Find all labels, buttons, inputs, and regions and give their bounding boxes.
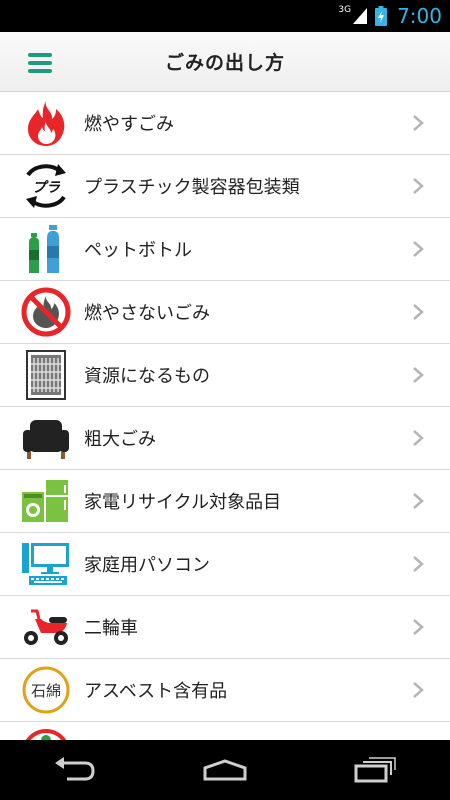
appliance-icon (21, 476, 71, 526)
chevron-right-icon (413, 430, 424, 446)
chevron-right-icon (413, 493, 424, 509)
list-item-motorcycle[interactable]: 二輪車 (0, 596, 450, 659)
list-item-appliance-recycling[interactable]: 家電リサイクル対象品目 (0, 470, 450, 533)
plastic-recycle-icon: プラ (21, 161, 71, 211)
clock: 7:00 (397, 4, 442, 28)
chevron-right-icon (413, 304, 424, 320)
back-icon (55, 757, 95, 781)
list-item-resources[interactable]: 資源になるもの (0, 344, 450, 407)
computer-icon (21, 539, 71, 589)
list-item-burnable[interactable]: 燃やすごみ (0, 92, 450, 155)
item-label: 燃やさないごみ (84, 303, 210, 324)
app-bar: ごみの出し方 (0, 32, 450, 92)
item-label: 燃やすごみ (84, 114, 174, 135)
partial-icon (21, 728, 71, 740)
item-label: 家庭用パソコン (84, 555, 210, 576)
list-item-non-burnable[interactable]: 燃やさないごみ (0, 281, 450, 344)
menu-line-icon (28, 53, 52, 57)
asbestos-mark-text: 石綿 (31, 682, 61, 700)
chevron-right-icon (413, 682, 424, 698)
system-nav-bar (0, 740, 450, 800)
item-label: 粗大ごみ (84, 429, 156, 450)
battery-icon (375, 6, 388, 26)
item-label: ペットボトル (84, 240, 192, 261)
recyclable-resource-icon (21, 350, 71, 400)
item-label: アスベスト含有品 (84, 681, 228, 702)
chevron-right-icon (413, 556, 424, 572)
pet-bottle-icon (21, 224, 71, 274)
chevron-right-icon (413, 241, 424, 257)
item-label: プラスチック製容器包装類 (84, 177, 300, 198)
item-label: 二輪車 (84, 618, 138, 639)
plastic-mark-text: プラ (32, 180, 61, 196)
chevron-right-icon (413, 619, 424, 635)
item-label: 資源になるもの (84, 366, 210, 387)
menu-line-icon (28, 61, 52, 65)
menu-line-icon (28, 69, 52, 73)
chevron-right-icon (413, 367, 424, 383)
menu-button[interactable] (28, 53, 52, 73)
list-item-asbestos[interactable]: 石綿 アスベスト含有品 (0, 659, 450, 722)
back-button[interactable] (45, 750, 105, 790)
no-burn-icon (21, 287, 71, 337)
list-item-pet-bottle[interactable]: ペットボトル (0, 218, 450, 281)
recents-icon (354, 757, 396, 783)
asbestos-icon: 石綿 (21, 665, 71, 715)
item-label: 家電リサイクル対象品目 (84, 492, 282, 513)
list-item-home-pc[interactable]: 家庭用パソコン (0, 533, 450, 596)
list-item-plastic[interactable]: プラ プラスチック製容器包装類 (0, 155, 450, 218)
list-item-oversized[interactable]: 粗大ごみ (0, 407, 450, 470)
page-title: ごみの出し方 (164, 52, 285, 74)
recents-button[interactable] (345, 750, 405, 790)
scooter-icon (21, 602, 71, 652)
home-button[interactable] (195, 750, 255, 790)
sofa-icon (21, 413, 71, 463)
fire-icon (21, 98, 71, 148)
signal-icon (353, 8, 368, 24)
chevron-right-icon (413, 115, 424, 131)
network-type: 3G (338, 5, 352, 15)
list-item-partial[interactable] (0, 722, 450, 740)
chevron-right-icon (413, 178, 424, 194)
home-icon (203, 759, 247, 781)
category-list: 燃やすごみ プラ プラスチック製容器包装類 ペットボトル 燃やさないごみ 資源に… (0, 92, 450, 740)
status-bar: 3G 7:00 (0, 0, 450, 32)
